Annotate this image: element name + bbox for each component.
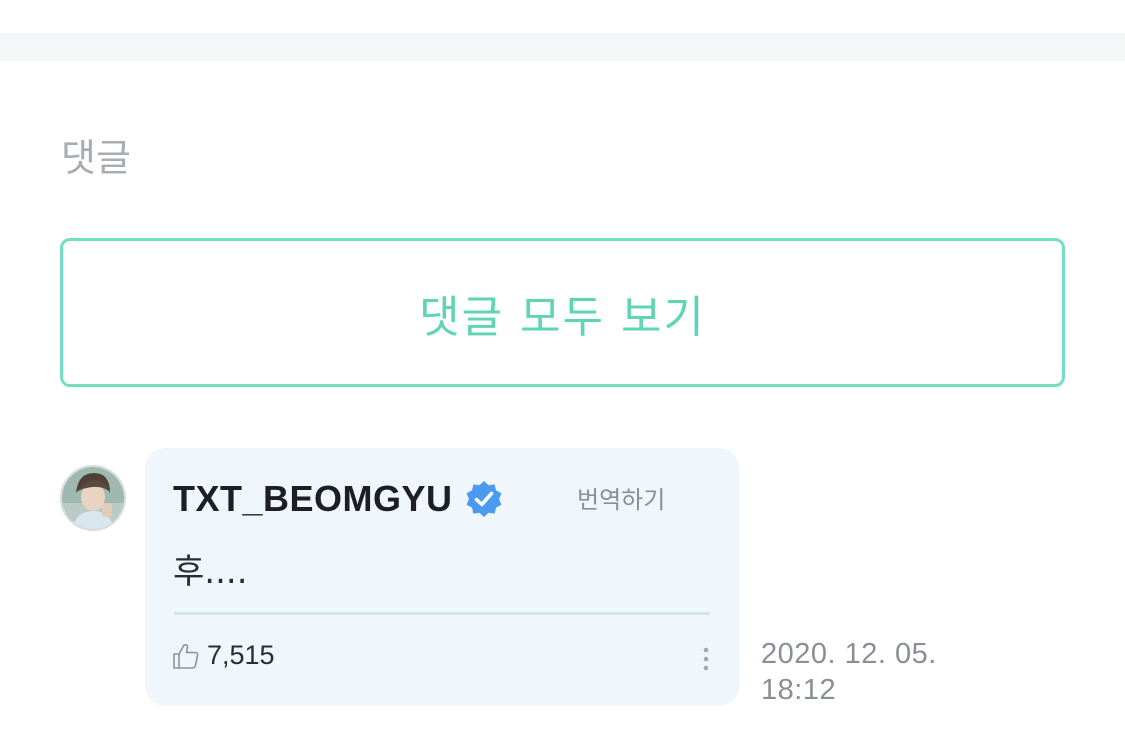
section-title: 댓글	[61, 136, 131, 180]
avatar[interactable]	[60, 465, 126, 531]
vertical-dots-icon[interactable]	[697, 645, 715, 677]
comment-text: 후....	[173, 552, 248, 592]
section-divider	[0, 33, 1125, 61]
view-all-comments-label: 댓글 모두 보기	[419, 291, 706, 343]
translate-link[interactable]: 번역하기	[577, 480, 665, 515]
comment-bubble: TXT_BEOMGYU 번역하기 후.... 7,515	[145, 448, 739, 706]
comment-author[interactable]: TXT_BEOMGYU	[173, 478, 453, 520]
view-all-comments-button[interactable]: 댓글 모두 보기	[60, 238, 1065, 387]
comment-timestamp: 2020. 12. 05. 18:12	[761, 636, 1001, 708]
verified-badge-icon	[466, 481, 502, 517]
bubble-divider	[174, 612, 710, 615]
avatar-image	[62, 467, 124, 529]
timestamp-time: 18:12	[761, 674, 837, 706]
thumbs-up-icon	[173, 643, 199, 669]
like-count: 7,515	[207, 640, 275, 670]
like-button[interactable]: 7,515	[171, 640, 275, 671]
comments-page: 댓글 댓글 모두 보기 TXT_BEOMGYU 번역하기 후.... 7,515…	[0, 0, 1125, 735]
timestamp-date: 2020. 12. 05.	[761, 638, 937, 670]
